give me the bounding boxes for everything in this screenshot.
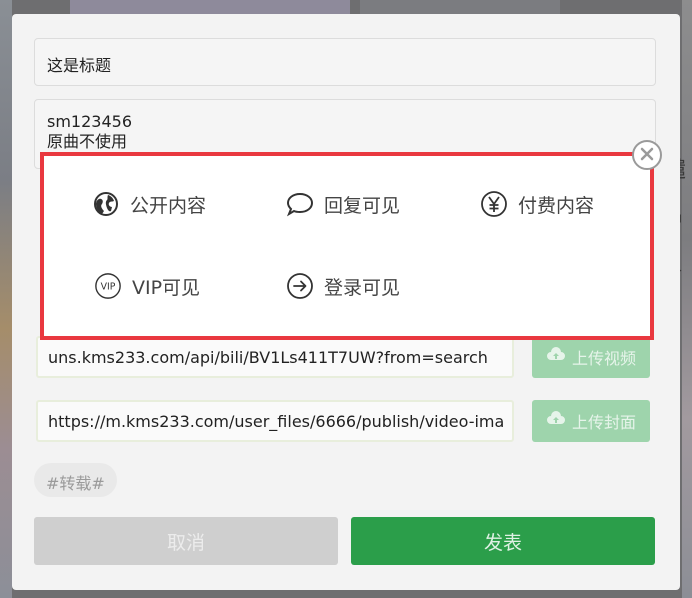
- globe-icon: [92, 190, 120, 218]
- upload-cover-label: 上传封面: [571, 413, 636, 432]
- tag-chip[interactable]: #转载#: [34, 463, 117, 497]
- title-input[interactable]: 这是标题: [34, 38, 656, 86]
- upload-video-label: 上传视频: [571, 349, 636, 368]
- close-icon: [640, 146, 654, 165]
- arrow-right-circle-icon: [286, 272, 314, 300]
- option-vip[interactable]: VIP VIP可见: [94, 272, 200, 300]
- chat-bubble-icon: [286, 190, 314, 218]
- option-label: 付费内容: [518, 194, 595, 217]
- background-page-top-2: [360, 0, 560, 14]
- background-page-right: [682, 0, 692, 598]
- content-line: sm123456: [47, 112, 132, 131]
- publish-button[interactable]: 发表: [351, 517, 655, 565]
- option-paid[interactable]: 付费内容: [480, 190, 594, 218]
- option-label: VIP可见: [132, 276, 201, 299]
- option-label: 回复可见: [324, 194, 401, 217]
- svg-text:VIP: VIP: [101, 282, 116, 293]
- option-reply-visible[interactable]: 回复可见: [286, 190, 400, 218]
- option-label: 登录可见: [324, 276, 401, 299]
- upload-video-button[interactable]: 上传视频: [532, 336, 650, 378]
- content-line: 原曲不使用: [47, 132, 128, 151]
- cloud-upload-icon: [546, 347, 566, 367]
- cancel-button[interactable]: 取消: [34, 517, 338, 565]
- cloud-upload-icon: [546, 411, 566, 431]
- vip-icon: VIP: [94, 272, 122, 300]
- close-popup-button[interactable]: [632, 140, 662, 170]
- background-page-top: [70, 0, 350, 14]
- video-url-input[interactable]: uns.kms233.com/api/bili/BV1Ls411T7UW?fro…: [36, 336, 514, 378]
- yen-icon: [480, 190, 508, 218]
- upload-cover-button[interactable]: 上传封面: [532, 400, 650, 442]
- option-public[interactable]: 公开内容: [92, 190, 206, 218]
- option-label: 公开内容: [130, 194, 207, 217]
- background-page-left: [0, 0, 12, 598]
- visibility-popup: 公开内容 回复可见 付费内容 VIP VIP可见 登录可见: [40, 152, 654, 340]
- option-login-visible[interactable]: 登录可见: [286, 272, 400, 300]
- cover-url-input[interactable]: https://m.kms233.com/user_files/6666/pub…: [36, 400, 514, 442]
